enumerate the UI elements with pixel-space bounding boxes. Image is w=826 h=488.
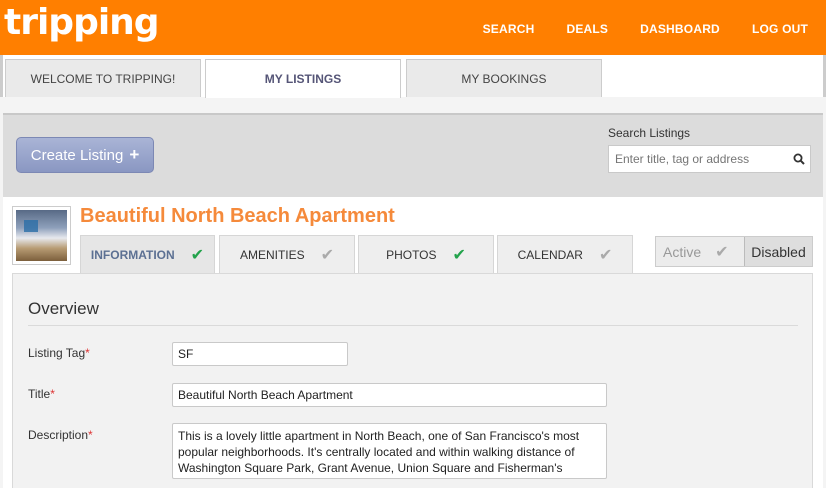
tab-amenities-label: AMENITIES	[239, 247, 305, 262]
required-marker: *	[85, 346, 90, 360]
description-label: Description*	[28, 428, 93, 442]
tab-information[interactable]: INFORMATION ✔	[80, 235, 215, 273]
tab-calendar-label: CALENDAR	[517, 247, 583, 262]
listing-tag-input[interactable]	[172, 342, 348, 366]
overview-heading: Overview	[28, 299, 99, 318]
search-input[interactable]	[608, 145, 788, 173]
listing-photo	[16, 210, 67, 261]
listing-detail: Beautiful North Beach Apartment INFORMAT…	[3, 197, 823, 488]
search-listings-label: Search Listings	[608, 126, 691, 140]
title-label: Title*	[28, 387, 55, 401]
title-label-text: Title	[28, 387, 51, 401]
checkmark-icon: ✔	[715, 243, 729, 261]
tab-photos[interactable]: PHOTOS ✔	[358, 235, 494, 273]
tab-calendar[interactable]: CALENDAR ✔	[497, 235, 633, 273]
status-active-label: Active	[663, 243, 702, 260]
create-listing-button[interactable]: Create Listing +	[16, 137, 154, 173]
title-input[interactable]	[172, 383, 607, 407]
required-marker: *	[50, 387, 55, 401]
search-button[interactable]	[787, 145, 811, 173]
tab-information-label: INFORMATION	[90, 247, 175, 262]
status-disabled-button[interactable]: Disabled	[744, 237, 812, 266]
main-tab-row: WELCOME TO TRIPPING! MY LISTINGS MY BOOK…	[0, 55, 826, 98]
listing-thumbnail[interactable]	[12, 206, 71, 265]
search-icon	[793, 153, 805, 165]
top-header: tripping SEARCH DEALS DASHBOARD LOG OUT	[0, 0, 826, 55]
listing-tag-label-text: Listing Tag	[28, 346, 86, 360]
information-form: Overview Listing Tag* Title* Description…	[12, 273, 813, 488]
checkmark-icon: ✔	[452, 246, 466, 264]
plus-icon: +	[129, 145, 140, 164]
tab-welcome[interactable]: WELCOME TO TRIPPING!	[5, 59, 201, 97]
create-listing-label: Create Listing	[30, 146, 124, 164]
tab-photos-label: PHOTOS	[386, 247, 437, 262]
status-active-button[interactable]: Active ✔	[656, 237, 744, 266]
listing-tag-label: Listing Tag*	[28, 346, 90, 360]
checkmark-icon: ✔	[190, 246, 205, 264]
tripping-logo[interactable]: tripping	[4, 2, 160, 43]
listing-title: Beautiful North Beach Apartment	[80, 205, 395, 227]
status-toggle: Active ✔ Disabled	[655, 236, 813, 267]
required-marker: *	[88, 428, 93, 442]
nav-search[interactable]: SEARCH	[483, 22, 535, 36]
main-nav: SEARCH DEALS DASHBOARD LOG OUT	[483, 22, 808, 36]
nav-logout[interactable]: LOG OUT	[752, 22, 808, 36]
description-textarea[interactable]: This is a lovely little apartment in Nor…	[172, 423, 607, 479]
section-divider	[28, 325, 798, 326]
tab-my-listings[interactable]: MY LISTINGS	[205, 59, 401, 98]
nav-dashboard[interactable]: DASHBOARD	[640, 22, 720, 36]
tab-amenities[interactable]: AMENITIES ✔	[219, 235, 355, 273]
nav-deals[interactable]: DEALS	[566, 22, 608, 36]
checkmark-icon: ✔	[320, 246, 335, 264]
tab-my-bookings[interactable]: MY BOOKINGS	[406, 59, 602, 97]
checkmark-icon: ✔	[598, 246, 613, 264]
description-label-text: Description	[28, 428, 89, 442]
listings-toolbar: Create Listing + Search Listings	[3, 113, 823, 197]
